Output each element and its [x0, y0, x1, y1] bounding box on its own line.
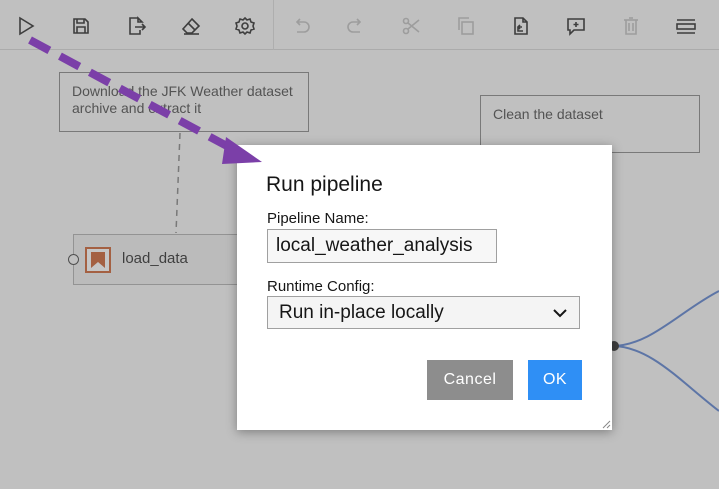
dialog-title: Run pipeline [266, 173, 383, 196]
cancel-button[interactable]: Cancel [427, 360, 513, 400]
chevron-down-icon [553, 309, 567, 318]
run-pipeline-dialog: Run pipeline Pipeline Name: Runtime Conf… [237, 145, 612, 430]
ok-button[interactable]: OK [528, 360, 582, 400]
runtime-config-select[interactable]: Run in-place locally [267, 296, 580, 329]
resize-handle-icon[interactable] [602, 420, 611, 429]
runtime-config-label: Runtime Config: [267, 278, 375, 295]
runtime-config-value: Run in-place locally [279, 301, 444, 323]
pipeline-name-label: Pipeline Name: [267, 210, 369, 227]
pipeline-name-input[interactable] [267, 229, 497, 263]
